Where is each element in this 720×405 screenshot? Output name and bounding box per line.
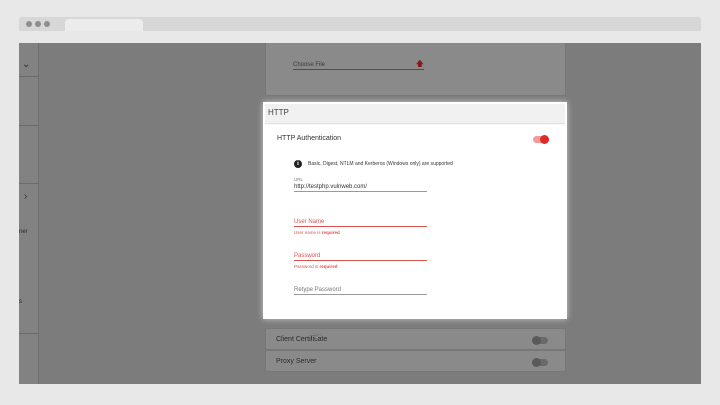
http-panel-header: HTTP bbox=[265, 104, 565, 124]
sidebar-divider bbox=[19, 183, 39, 184]
browser-tab[interactable] bbox=[65, 19, 143, 31]
url-input[interactable]: http://testphp.vulnweb.com/ bbox=[294, 183, 427, 192]
http-panel: HTTP HTTP Authentication i Basic, Digest… bbox=[263, 102, 567, 319]
truncated-text bbox=[293, 43, 424, 47]
window-maximize-dot[interactable] bbox=[44, 21, 50, 27]
password-error: Password is required bbox=[294, 264, 427, 269]
http-panel-title: HTTP bbox=[268, 108, 289, 117]
retype-password-input[interactable]: Retype Password bbox=[294, 286, 427, 295]
username-error-prefix: User name is bbox=[294, 230, 322, 235]
sidebar-divider bbox=[19, 333, 39, 334]
password-error-prefix: Password is bbox=[294, 264, 320, 269]
sidebar-divider bbox=[19, 125, 39, 126]
sidebar-divider bbox=[19, 76, 39, 77]
hand-cursor-icon: ☞ bbox=[311, 332, 321, 344]
info-icon: i bbox=[294, 160, 302, 168]
proxy-server-toggle[interactable] bbox=[532, 358, 548, 367]
sidebar-item-label: ner bbox=[19, 229, 28, 235]
choose-file-field[interactable]: Choose File 🡅 bbox=[293, 60, 424, 70]
username-error: User name is required bbox=[294, 230, 427, 235]
url-field[interactable]: URL http://testphp.vulnweb.com/ bbox=[294, 177, 427, 192]
sidebar-item-label: s bbox=[19, 299, 22, 305]
browser-titlebar bbox=[19, 17, 701, 31]
sidebar: ⌄ › ner s bbox=[19, 43, 39, 384]
http-panel-body: HTTP Authentication i Basic, Digest, NTL… bbox=[265, 125, 565, 317]
username-field[interactable]: User Name User name is required bbox=[294, 218, 427, 235]
window-minimize-dot[interactable] bbox=[35, 21, 41, 27]
chevron-right-icon[interactable]: › bbox=[24, 192, 27, 202]
password-field[interactable]: Password Password is required bbox=[294, 252, 427, 269]
retype-password-field[interactable]: Retype Password bbox=[294, 286, 427, 295]
proxy-server-card: Proxy Server bbox=[265, 350, 566, 372]
username-input[interactable]: User Name bbox=[294, 218, 427, 227]
username-error-required: required bbox=[321, 230, 340, 235]
choose-file-placeholder: Choose File bbox=[293, 62, 326, 68]
password-error-required: required bbox=[319, 264, 338, 269]
http-authentication-toggle[interactable] bbox=[533, 135, 549, 144]
chevron-down-icon[interactable]: ⌄ bbox=[22, 60, 30, 70]
toggle-knob bbox=[540, 135, 549, 144]
proxy-server-label: Proxy Server bbox=[276, 358, 317, 365]
http-authentication-label: HTTP Authentication bbox=[277, 135, 342, 142]
upload-arrow-icon[interactable]: 🡅 bbox=[416, 60, 424, 68]
window-close-dot[interactable] bbox=[26, 21, 32, 27]
client-certificate-toggle[interactable] bbox=[532, 336, 548, 345]
info-text: Basic, Digest, NTLM and Kerberos (Window… bbox=[308, 161, 453, 167]
ssl-certificate-card: Choose File 🡅 bbox=[265, 43, 566, 96]
password-input[interactable]: Password bbox=[294, 252, 427, 261]
